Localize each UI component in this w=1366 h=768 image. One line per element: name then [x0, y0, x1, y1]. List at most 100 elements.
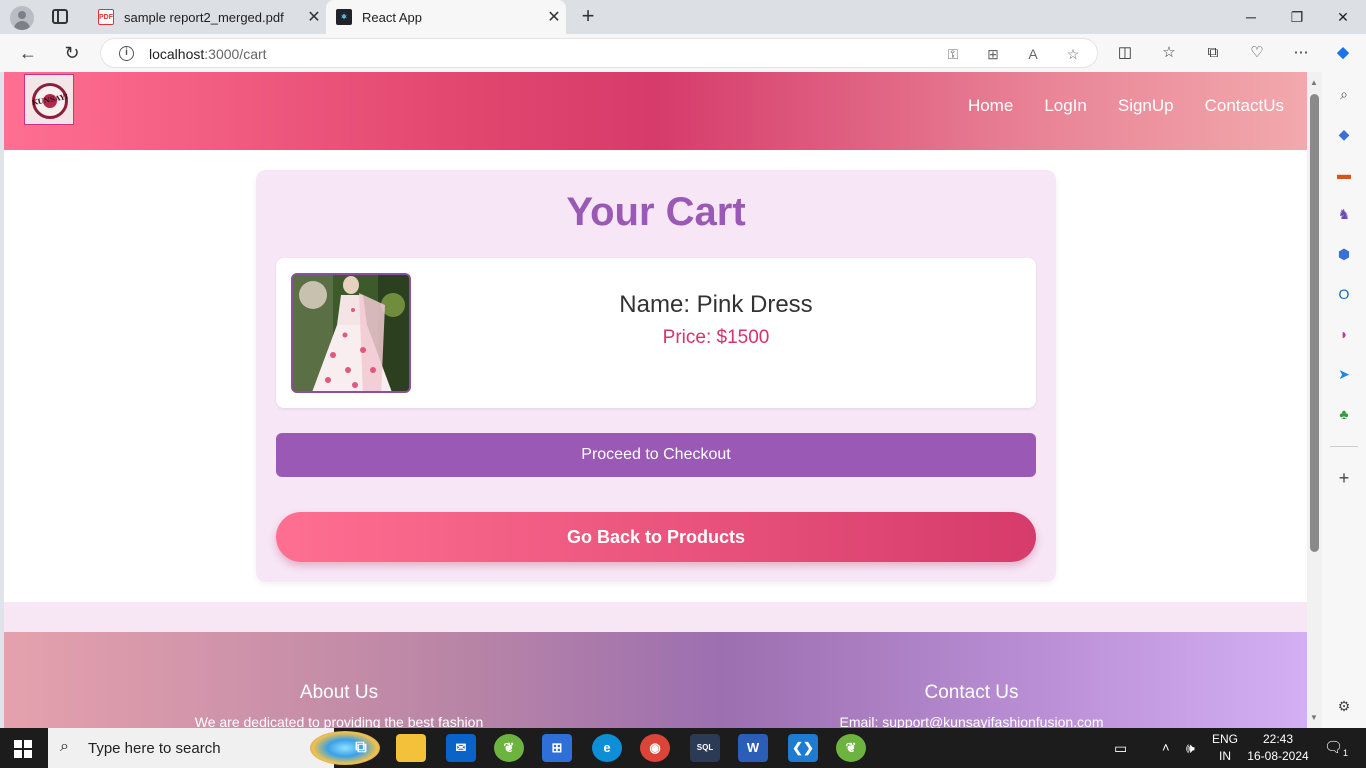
- search-icon[interactable]: ⌕: [1334, 84, 1354, 104]
- mysql-icon[interactable]: SQL: [690, 734, 720, 762]
- sidebar-divider: [1330, 446, 1358, 447]
- copilot-icon[interactable]: ◆: [1332, 42, 1354, 64]
- url-host: localhost: [149, 46, 205, 62]
- time: 22:43: [1262, 732, 1294, 746]
- site-nav: Home LogIn SignUp ContactUs: [968, 96, 1284, 116]
- refresh-icon[interactable]: ↻: [60, 41, 84, 65]
- pink-dress-image: [293, 275, 409, 391]
- spring-tools-icon[interactable]: ❦: [836, 734, 866, 762]
- scroll-thumb[interactable]: [1310, 94, 1319, 552]
- back-to-products-button[interactable]: Go Back to Products: [276, 512, 1036, 562]
- contact-title: Contact Us: [924, 682, 1019, 703]
- tab-label: React App: [362, 9, 422, 25]
- split-screen-icon[interactable]: ◫: [1114, 42, 1136, 64]
- item-price: Price: $1500: [662, 327, 770, 348]
- collections-icon[interactable]: ⧉: [1202, 42, 1224, 64]
- windows-taskbar: ⌕ Type here to search ⧉ ✉ ❦ ⊞ e ◉ SQL W …: [0, 728, 1366, 768]
- product-image: [291, 273, 411, 393]
- edge-sidebar: ⌕ ◆ ▬ ♞ ⬢ O ◗ ➤ ♣ + ⚙: [1322, 72, 1366, 728]
- chrome-icon[interactable]: ◉: [640, 734, 670, 762]
- url-text[interactable]: localhost:3000/cart: [149, 46, 267, 62]
- add-icon[interactable]: +: [1334, 468, 1354, 488]
- key-icon[interactable]: ⚿: [943, 45, 963, 63]
- tab-label: sample report2_merged.pdf: [124, 9, 284, 25]
- keyboard-icon[interactable]: ▭: [1114, 728, 1127, 768]
- notification-count: 1: [1343, 748, 1349, 758]
- tab-react-app[interactable]: ⚛ React App ✕: [326, 0, 566, 34]
- page-viewport: KUNSAYI Home LogIn SignUp ContactUs Your…: [4, 72, 1307, 728]
- word-icon[interactable]: W: [738, 734, 768, 762]
- date: 16-08-2024: [1247, 749, 1309, 763]
- task-view-icon[interactable]: ⧉: [346, 734, 376, 762]
- tools-icon[interactable]: ▬: [1334, 164, 1354, 184]
- scroll-up-arrow-icon[interactable]: ▲: [1310, 78, 1318, 87]
- designer-icon[interactable]: ◗: [1334, 324, 1354, 344]
- item-info: Name: Pink Dress Price: $1500: [456, 291, 976, 349]
- chevron-up-icon[interactable]: ˄: [1162, 728, 1170, 768]
- file-explorer-icon[interactable]: [396, 734, 426, 762]
- outlook-icon[interactable]: O: [1334, 284, 1354, 304]
- spring-tools-icon[interactable]: ❦: [494, 734, 524, 762]
- vscode-icon[interactable]: ❮❯: [788, 734, 818, 762]
- notification-icon[interactable]: 🗨1: [1324, 728, 1348, 768]
- content-band: [4, 602, 1307, 632]
- favorite-star-icon[interactable]: ☆: [1063, 45, 1083, 63]
- favorites-icon[interactable]: ☆: [1158, 42, 1180, 64]
- tree-icon[interactable]: ♣: [1334, 404, 1354, 424]
- clock[interactable]: 22:43 16-08-2024: [1246, 732, 1310, 768]
- close-icon[interactable]: ✕: [302, 7, 326, 27]
- site-logo[interactable]: KUNSAYI: [24, 74, 74, 125]
- send-icon[interactable]: ➤: [1334, 364, 1354, 384]
- nav-contact-link[interactable]: ContactUs: [1205, 96, 1284, 116]
- lang-top: ENG: [1212, 732, 1239, 746]
- taskbar-search[interactable]: ⌕ Type here to search: [48, 728, 380, 768]
- mail-icon[interactable]: ✉: [446, 734, 476, 762]
- tab-pdf[interactable]: PDF sample report2_merged.pdf ✕: [88, 0, 326, 34]
- browser-essentials-icon[interactable]: ♡: [1246, 42, 1268, 64]
- restore-button[interactable]: ❐: [1274, 0, 1320, 34]
- footer-about: About Us We are dedicated to providing t…: [134, 682, 544, 728]
- windows-start-icon[interactable]: [14, 740, 32, 758]
- browser-titlebar: PDF sample report2_merged.pdf ✕ ⚛ React …: [0, 0, 1366, 34]
- cart-item: Name: Pink Dress Price: $1500: [276, 258, 1036, 408]
- contact-email[interactable]: Email: support@kunsayifashionfusion.com: [764, 714, 1179, 728]
- site-footer: About Us We are dedicated to providing t…: [4, 632, 1307, 728]
- minimize-button[interactable]: ─: [1228, 0, 1274, 34]
- language-indicator[interactable]: ENG IN: [1212, 732, 1238, 768]
- search-icon: ⌕: [60, 738, 69, 755]
- item-name: Name: Pink Dress: [619, 291, 813, 318]
- nav-home-link[interactable]: Home: [968, 96, 1013, 116]
- volume-icon[interactable]: 🕪: [1186, 728, 1195, 768]
- gear-icon[interactable]: ⚙: [1334, 696, 1354, 716]
- shopping-tag-icon[interactable]: ◆: [1334, 124, 1354, 144]
- site-header: KUNSAYI Home LogIn SignUp ContactUs: [4, 72, 1307, 150]
- microsoft-store-icon[interactable]: ⊞: [542, 734, 572, 762]
- cart-title: Your Cart: [566, 190, 746, 234]
- nav-login-link[interactable]: LogIn: [1044, 96, 1087, 116]
- window-close-button[interactable]: ✕: [1320, 0, 1366, 34]
- close-icon[interactable]: ✕: [542, 7, 566, 27]
- more-menu-icon[interactable]: ⋯: [1290, 42, 1312, 64]
- info-icon[interactable]: i: [119, 46, 134, 61]
- microsoft365-icon[interactable]: ⬢: [1334, 244, 1354, 264]
- checkout-button[interactable]: Proceed to Checkout: [276, 433, 1036, 477]
- cart-panel: Your Cart Name: Pink Dress Price: $1500 …: [256, 170, 1056, 582]
- nav-signup-link[interactable]: SignUp: [1118, 96, 1174, 116]
- games-icon[interactable]: ♞: [1334, 204, 1354, 224]
- profile-icon[interactable]: [10, 6, 34, 30]
- new-tab-button[interactable]: +: [576, 4, 600, 28]
- footer-contact: Contact Us Email: support@kunsayifashion…: [764, 682, 1179, 728]
- read-aloud-icon[interactable]: A: [1023, 45, 1043, 63]
- page-scrollbar[interactable]: ▲ ▼: [1307, 72, 1322, 728]
- url-path: :3000/cart: [204, 46, 267, 62]
- scroll-down-arrow-icon[interactable]: ▼: [1310, 713, 1318, 722]
- apps-icon[interactable]: ⊞: [983, 45, 1003, 63]
- edge-icon[interactable]: e: [592, 734, 622, 762]
- pdf-icon: PDF: [98, 9, 114, 25]
- about-text: We are dedicated to providing the best f…: [194, 714, 484, 728]
- react-icon: ⚛: [336, 9, 352, 25]
- tab-actions-icon[interactable]: [52, 9, 68, 24]
- back-arrow-icon[interactable]: ←: [16, 41, 40, 65]
- browser-toolbar: ← ↻ i localhost:3000/cart ⚿ ⊞ A ☆ ◫ ☆ ⧉ …: [0, 34, 1366, 72]
- address-bar[interactable]: i localhost:3000/cart ⚿ ⊞ A ☆: [100, 38, 1098, 68]
